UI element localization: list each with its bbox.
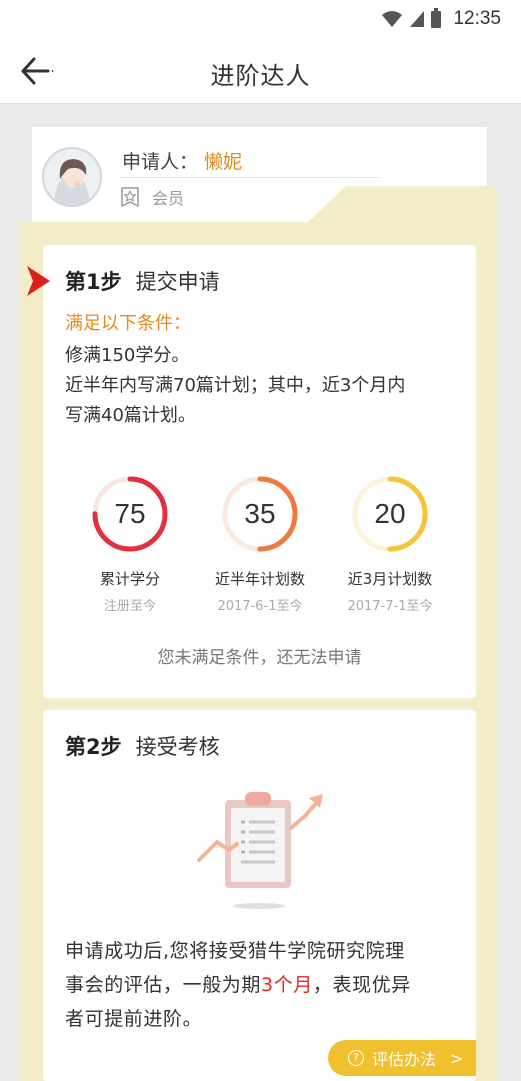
applicant-row: 申请人： 懒妮 [122, 147, 242, 174]
status-time: 12:35 [453, 8, 501, 29]
ineligible-note: 您未满足条件，还无法申请 [157, 648, 362, 668]
gauge-three-month: 20 [350, 474, 430, 554]
condition-line: 修满150学分。 [65, 345, 190, 366]
nav-bar: 进阶达人 [0, 38, 521, 104]
status-icons: 12:35 [381, 7, 501, 30]
gauge-label: 近半年计划数 [214, 570, 305, 588]
step2-label: 接受考核 [135, 735, 220, 759]
step1-card: 第1步 提交申请 满足以下条件： 修满150学分。 近半年内写满70篇计划；其中，… [43, 245, 476, 698]
gauge-sub: 注册至今 [103, 599, 156, 614]
chevron-right-icon: > [450, 1048, 464, 1068]
duration-highlight: 3个月 [261, 974, 313, 996]
wifi-icon [382, 11, 403, 27]
step2-card: 第2步 接受考核 申请成功后,您将接受猎牛学院研究院理 事会的评估，一般为期3个月… [43, 710, 476, 1081]
gauge-value: 75 [114, 498, 146, 529]
condition-line: 近半年内写满70篇计划；其中，近3个月内 [65, 375, 406, 396]
applicant-name: 懒妮 [204, 151, 243, 173]
step1-title: 第1步 提交申请 [65, 266, 220, 296]
review-line: 者可提前进阶。 [65, 1008, 203, 1030]
gauge-credits: 75 [90, 474, 170, 554]
signal-icon [410, 11, 425, 27]
gauge-sub: 2017-7-1至今 [347, 599, 433, 614]
question-circle-icon: ? [348, 1050, 364, 1066]
gauge-sub: 2017-6-1至今 [217, 599, 303, 614]
gauge-label: 累计学分 [99, 570, 160, 588]
gauge-value: 20 [374, 498, 406, 529]
review-line: 事会的评估，一般为期3个月，表现优异 [65, 974, 411, 996]
page-title: 进阶达人 [210, 62, 311, 90]
step2-number: 第2步 [65, 735, 122, 759]
clipboard-chart-icon [197, 792, 323, 909]
profile-divider [120, 177, 380, 178]
condition-line: 写满40篇计划。 [65, 405, 196, 426]
applicant-label: 申请人： [122, 151, 199, 173]
status-bar: 12:35 [0, 0, 521, 38]
conditions-title: 满足以下条件： [65, 313, 191, 334]
evaluation-method-label: 评估办法 [372, 1050, 437, 1069]
gauge-label: 近3月计划数 [347, 570, 433, 588]
evaluation-method-button[interactable]: ? 评估办法 > [328, 1040, 476, 1076]
step1-label: 提交申请 [135, 270, 220, 294]
gauge-half-year: 35 [220, 474, 300, 554]
step2-title: 第2步 接受考核 [65, 731, 220, 761]
gauge-value: 35 [244, 498, 276, 529]
step1-number: 第1步 [65, 270, 122, 294]
review-line: 申请成功后,您将接受猎牛学院研究院理 [65, 940, 405, 962]
battery-icon [431, 7, 442, 28]
step-arrow-icon [27, 266, 50, 296]
